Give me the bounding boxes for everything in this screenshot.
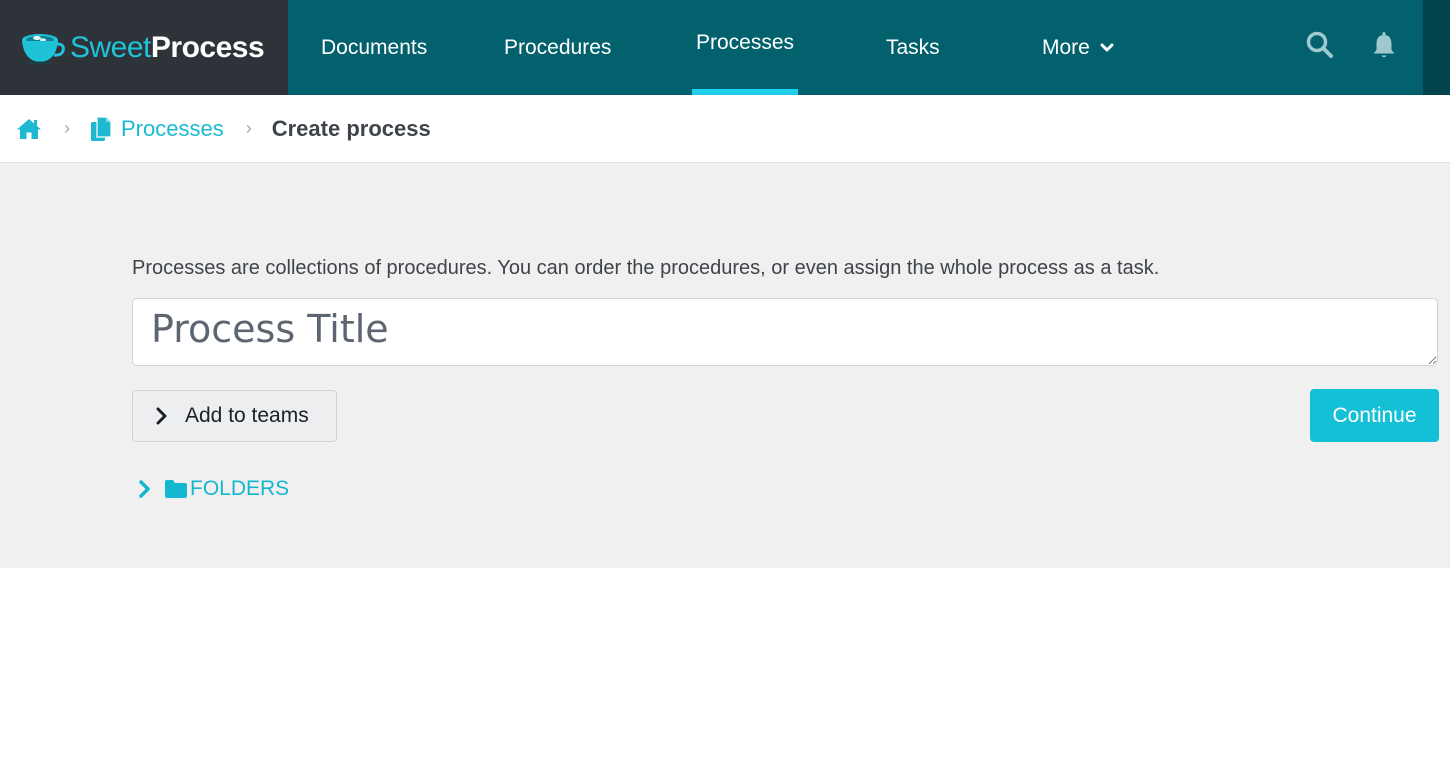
nav-tab-label: Processes [695, 31, 795, 54]
bell-icon[interactable] [1368, 29, 1400, 61]
top-navigation-bar: Sweet Process Documents Procedures Proces… [0, 0, 1450, 95]
breadcrumb-current: Create process [271, 115, 431, 141]
coffee-cup-logo-icon [22, 33, 65, 64]
process-title-input[interactable] [132, 298, 1438, 366]
breadcrumb-separator: › [64, 118, 70, 138]
nav-tab-tasks[interactable]: Tasks [886, 0, 940, 95]
breadcrumb-separator: › [245, 118, 252, 138]
add-to-teams-button[interactable]: Add to teams [132, 390, 337, 442]
brand-name-process: Process [150, 30, 265, 64]
breadcrumb-link-processes[interactable]: Processes [90, 116, 224, 142]
chevron-down-icon [1100, 43, 1114, 51]
folders-label: FOLDERS [190, 477, 290, 500]
nav-tab-label: Tasks [886, 35, 940, 59]
nav-tab-more[interactable]: More [1042, 0, 1114, 95]
breadcrumb-link-label: Processes [121, 115, 224, 141]
add-to-teams-label: Add to teams [185, 404, 309, 427]
nav-tab-processes[interactable]: Processes [692, 0, 798, 95]
chevron-right-icon [139, 480, 150, 498]
folder-icon [165, 480, 187, 498]
nav-tab-label: Procedures [504, 35, 612, 59]
documents-icon [91, 115, 112, 141]
brand-logo[interactable]: Sweet Process [0, 0, 288, 95]
nav-tab-label: Documents [321, 35, 428, 59]
topbar-edge [1423, 0, 1450, 95]
nav-tab-procedures[interactable]: Procedures [504, 0, 611, 95]
nav-tab-label: More [1042, 35, 1090, 59]
nav-tab-documents[interactable]: Documents [321, 0, 427, 95]
home-icon[interactable] [16, 117, 42, 141]
folders-toggle[interactable]: FOLDERS [138, 477, 289, 501]
create-process-panel: Processes are collections of procedures.… [0, 163, 1450, 568]
brand-name-sweet: Sweet [70, 30, 151, 64]
search-icon[interactable] [1304, 29, 1336, 61]
helper-text: Processes are collections of procedures.… [132, 257, 1160, 279]
breadcrumb: › Processes › Create process [0, 95, 1450, 163]
chevron-right-icon [156, 407, 167, 425]
continue-button[interactable]: Continue [1310, 389, 1439, 442]
